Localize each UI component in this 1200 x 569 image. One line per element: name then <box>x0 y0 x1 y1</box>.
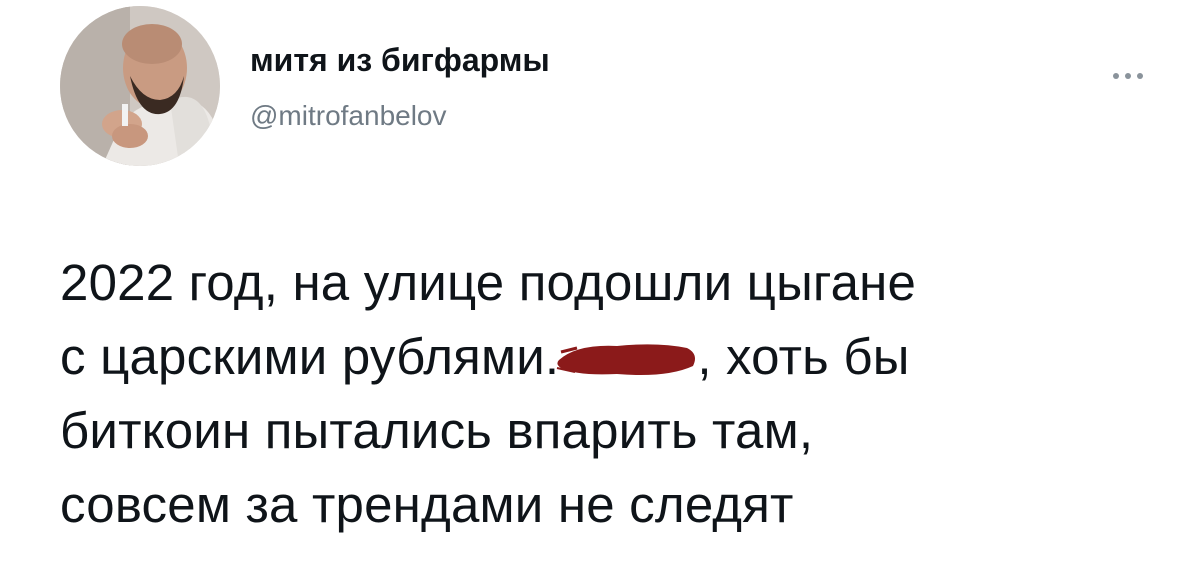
tweet-line-segment: , хоть бы <box>697 328 910 385</box>
tweet-line: биткоин пытались впарить там, <box>60 402 814 459</box>
tweet-line: совсем за трендами не следят <box>60 476 794 533</box>
tweet-line: с царскими рублями. , хоть бы <box>60 320 1170 394</box>
tweet-line-segment: с царскими рублями. <box>60 328 560 385</box>
more-options-button[interactable] <box>1104 66 1152 86</box>
redaction-scribble <box>557 338 697 378</box>
tweet-text: 2022 год, на улице подошли цыгане с царс… <box>60 246 1170 542</box>
tweet-line: 2022 год, на улице подошли цыгане <box>60 254 917 311</box>
author-handle[interactable]: @mitrofanbelov <box>250 100 447 132</box>
more-horizontal-icon <box>1113 73 1143 79</box>
author-avatar[interactable] <box>60 6 220 166</box>
tweet-card: митя из бигфармы @mitrofanbelov 2022 год… <box>0 0 1200 569</box>
author-name[interactable]: митя из бигфармы <box>250 42 550 79</box>
profile-photo-icon <box>60 6 220 166</box>
